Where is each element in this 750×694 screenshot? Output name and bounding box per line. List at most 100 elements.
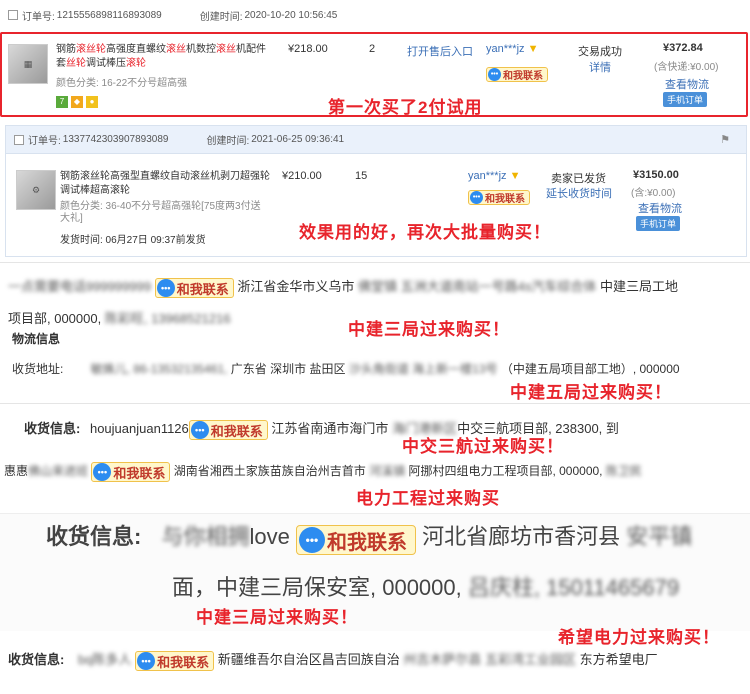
order2-card: 订单号: 1337742303907893089 创建时间: 2021-06-2… [5, 125, 747, 257]
order1-product-thumb[interactable]: ▦ [8, 44, 48, 84]
record1-address-tail: 中建三局工地 [599, 279, 678, 294]
order2-created-time: 2021-06-25 09:36:41 [251, 134, 345, 145]
guarantee-icon: ◆ [71, 96, 83, 108]
order2-no: 1337742303907893089 [62, 134, 169, 145]
record1-address-blur: 佛堂镇 五洲大道南站一号路4s汽车综合体 [357, 279, 597, 294]
order2-price: ¥210.00 [282, 170, 322, 182]
record5-annotation: 中建三局过来购买！ [196, 608, 358, 627]
order1-detail-link[interactable]: 详情 [589, 59, 611, 75]
badge-icon: ● [86, 96, 98, 108]
record1-chat-button[interactable]: ••• 和我联系 [154, 278, 234, 298]
order1-logistics-link[interactable]: 查看物流 [665, 76, 709, 92]
record3-annotation: 中交三航过来购买！ [402, 437, 564, 456]
order1-no-label: 订单号: [22, 11, 55, 23]
order1-mobile-order: 手机订单 [663, 92, 708, 107]
chat-icon: ••• [470, 191, 483, 204]
order1-spec: 颜色分类: 16-22不分号超高强 [56, 78, 188, 89]
order1-checkbox[interactable] [8, 10, 18, 20]
record5-name-tail: love [249, 524, 290, 549]
record3-label: 收货信息: [24, 421, 81, 436]
order2-status: 卖家已发货 [551, 173, 606, 185]
record3-chat-button[interactable]: ••• 和我联系 [188, 420, 268, 440]
record6-address: 新疆维吾尔自治区昌吉回族自治 [217, 652, 400, 667]
order1-shipping: (含快递:¥0.00) [654, 62, 719, 73]
record3: 收货信息: houjuanjuan1126 ••• 和我联系 江苏省南通市海门市 海… [0, 403, 750, 456]
seven-day-icon: 7 [56, 96, 68, 108]
order2-product-thumb[interactable]: ⚙ [16, 170, 56, 210]
record3-name: houjuanjuan1126 [89, 421, 189, 436]
record5-label: 收货信息: [46, 524, 142, 549]
order1-total: ¥372.84 [663, 42, 703, 54]
record6-address-tail: 东方希望电厂 [579, 652, 658, 667]
record5: 收货信息: 与你相拥love ••• 和我联系 河北省廊坊市香河县 安平镇 面，中… [0, 513, 750, 631]
order2-total: ¥3150.00 [633, 169, 679, 181]
record1-name: 一点需要电话999999999 [8, 279, 152, 294]
record6-chat-button[interactable]: ••• 和我联系 [135, 651, 215, 671]
record1-address: 浙江省金华市义乌市 [237, 279, 355, 294]
order2-seller[interactable]: yan***jz ▼ [468, 170, 520, 182]
record2-section-title: 物流信息 [12, 332, 61, 346]
order1-created-label: 创建时间: [199, 11, 243, 23]
order2-header: 订单号: 1337742303907893089 创建时间: 2021-06-2… [6, 126, 746, 154]
order1-price: ¥218.00 [288, 43, 328, 55]
order2-spec: 颜色分类: 36-40不分号超高强轮[75度两3付送大礼] [60, 201, 261, 224]
order2-annotation: 效果用的好，再次大批量购买！ [299, 223, 551, 242]
record4: 惠惠佛山来进班 ••• 和我联系 湖南省湘西土家族苗族自治州吉首市 河溪镇 阿挪村… [0, 455, 750, 511]
record4-contact-blur: 陈卫民 [605, 464, 642, 478]
order2-shipping: (含:¥0.00) [631, 188, 676, 199]
order1-seller[interactable]: yan***jz ▼ [486, 43, 538, 55]
record6-label: 收货信息: [8, 652, 65, 667]
record4-chat-button[interactable]: ••• 和我联系 [91, 462, 171, 482]
order1-card: ▦ 钢筋滚丝轮高强度直螺纹滚丝机数控滚丝机配件套丝轮调试棒压滚轮 颜色分类: 1… [0, 32, 748, 117]
order2-no-label: 订单号: [28, 136, 61, 147]
record4-name: 惠惠 [4, 464, 29, 478]
order2-mobile-order: 手机订单 [636, 216, 681, 231]
record5-name-blur: 与你相拥 [161, 524, 250, 549]
record6-annotation: 希望电力过来购买！ [558, 628, 720, 647]
order1-created-time: 2020-10-20 10:56:45 [244, 9, 338, 21]
order1-product-title[interactable]: 钢筋滚丝轮高强度直螺纹滚丝机数控滚丝机配件套丝轮调试棒压滚轮 [56, 43, 271, 71]
order1-status: 交易成功 [578, 46, 622, 58]
record4-address: 湖南省湘西土家族苗族自治州吉首市 [173, 464, 366, 478]
record3-address: 江苏省南通市海门市 [271, 421, 389, 436]
record4-address-blur: 河溪镇 [369, 464, 406, 478]
order1-chat-button[interactable]: ••• 和我联系 [486, 67, 548, 82]
chat-icon: ••• [488, 68, 501, 81]
order1-no: 1215556898116893089 [56, 9, 162, 21]
order1-annotation: 第一次买了2付试用 [328, 98, 483, 117]
chat-icon: ••• [156, 279, 175, 297]
order1-header: 订单号: 1215556898116893089 创建时间: 2020-10-2… [0, 0, 750, 30]
flag-icon[interactable]: ⚑ [720, 133, 730, 146]
order2-qty: 15 [355, 170, 368, 182]
record2: 物流信息 收货地址: 敏姝儿, 86-13532135461, 广东省 深圳市 … [0, 322, 750, 402]
filter-icon: ▼ [527, 43, 539, 55]
order1-after-sale-link[interactable]: 打开售后入口 [407, 43, 473, 59]
record4-name-blur: 佛山来进班 [28, 464, 89, 478]
filter-icon: ▼ [509, 170, 521, 182]
record5-address: 河北省廊坊市香河县 [422, 524, 621, 549]
record5-line2: 面，中建三局保安室, 000000, [172, 575, 462, 600]
record1: 一点需要电话999999999 ••• 和我联系 浙江省金华市义乌市 佛堂镇 五洲… [0, 262, 750, 339]
record5-contact-blur: 吕庆柱, 15011465679 [467, 575, 680, 600]
record2-address-blur: 沙头角街道 海上新一楼13号 [348, 362, 498, 376]
record5-address-blur: 安平镇 [626, 524, 693, 549]
chat-icon: ••• [190, 421, 209, 439]
order2-logistics-link[interactable]: 查看物流 [638, 200, 682, 216]
order2-extend-link[interactable]: 延长收货时间 [546, 185, 612, 201]
order1-service-tags: 7 ◆ ● [56, 95, 101, 108]
record2-address: 广东省 深圳市 盐田区 [230, 362, 346, 376]
order2-checkbox[interactable] [14, 134, 24, 145]
record2-address-tail: （中建五局项目部工地）, 000000 [500, 362, 680, 376]
chat-icon: ••• [93, 463, 112, 481]
order2-product-title[interactable]: 钢筋滚丝轮高强型直螺纹自动滚丝机剥刀超强轮调试棒超高滚轮 [60, 170, 270, 198]
record6: 希望电力过来购买！ 收货信息: bq陈多人 ••• 和我联系 新疆维吾尔自治区昌吉… [0, 628, 750, 694]
record2-annotation: 中建五局过来购买！ [510, 383, 672, 402]
order2-created-label: 创建时间: [206, 136, 250, 147]
record2-contact-blur: 敏姝儿, 86-13532135461, [90, 362, 228, 376]
record5-chat-button[interactable]: ••• 和我联系 [295, 525, 416, 555]
order1-qty: 2 [369, 43, 376, 55]
record2-label: 收货地址: [12, 362, 64, 376]
order2-chat-button[interactable]: ••• 和我联系 [468, 190, 530, 205]
order2-ship-time: 发货时间: 06月27日 09:37前发货 [60, 235, 206, 246]
record4-address-tail: 阿挪村四组电力工程项目部, 000000, [408, 464, 603, 478]
